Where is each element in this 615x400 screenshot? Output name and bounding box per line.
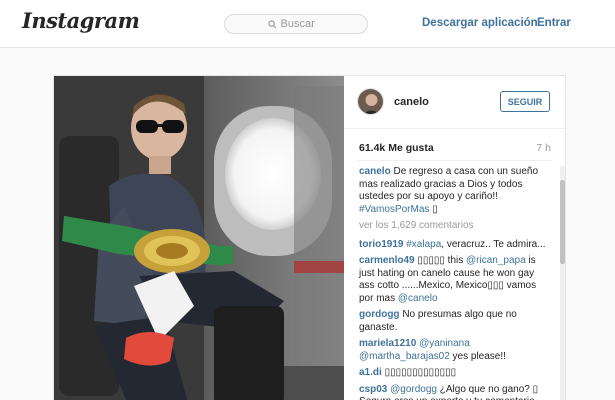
comment-user[interactable]: csp03 (359, 384, 387, 395)
follow-button[interactable]: SEGUIR (500, 91, 550, 112)
instagram-logo[interactable]: Instagram (22, 8, 140, 33)
caption: canelo De regreso a casa con un sueño ma… (359, 166, 549, 216)
list-item: gordogg No presumas algo que no ganaste. (359, 309, 549, 334)
caption-hashtag[interactable]: #VamosPorMas (359, 204, 429, 215)
comment-text: yes please!! (449, 350, 506, 362)
likes-count[interactable]: 61.4k Me gusta (359, 142, 434, 154)
comment-mention[interactable]: @rican_papa (466, 255, 526, 266)
list-item: mariela1210 @yaninana @martha_barajas02 … (359, 338, 549, 363)
search-box[interactable] (224, 14, 368, 34)
scrollbar-thumb[interactable] (560, 180, 565, 264)
comment-text: ▯▯▯▯▯▯▯▯▯▯▯▯▯ (384, 367, 457, 378)
list-item: csp03 @gordogg ¿Algo que no gano? ▯ Segu… (359, 384, 549, 400)
comment-text: , veracruz.. Te admira... (441, 238, 546, 250)
comment-user[interactable]: gordogg (359, 309, 400, 320)
search-input[interactable] (280, 18, 325, 30)
post-sidebar: canelo SEGUIR 61.4k Me gusta 7 h canelo … (344, 76, 567, 400)
login-link[interactable]: Entrar (537, 17, 571, 29)
comment-mention[interactable]: @canelo (398, 293, 438, 304)
view-more-comments[interactable]: ver los 1,629 comentarios (359, 220, 549, 233)
comment-hashtag[interactable]: #xalapa (406, 239, 441, 250)
list-item: a1.di ▯▯▯▯▯▯▯▯▯▯▯▯▯ (359, 367, 549, 380)
avatar[interactable] (357, 88, 384, 115)
caption-glyph: ▯ (432, 203, 438, 215)
post-card: canelo SEGUIR 61.4k Me gusta 7 h canelo … (53, 75, 567, 400)
search-icon (267, 19, 276, 28)
list-item: carmenlo49 ▯▯▯▯▯ this @rican_papa is jus… (359, 255, 549, 305)
comments-list: canelo De regreso a casa con un sueño ma… (359, 166, 549, 400)
post-photo[interactable] (54, 76, 344, 400)
post-photo-illustration (54, 76, 344, 400)
comment-text: ▯▯▯▯▯ this (417, 255, 467, 266)
post-username[interactable]: canelo (394, 96, 429, 108)
comment-mention[interactable]: @martha_barajas02 (359, 351, 450, 362)
post-header: canelo SEGUIR (344, 76, 567, 129)
comment-user[interactable]: torio1919 (359, 239, 403, 250)
list-item: torio1919 #xalapa, veracruz.. Te admira.… (359, 239, 549, 252)
comment-user[interactable]: a1.di (359, 367, 382, 378)
post-time: 7 h (536, 142, 551, 154)
comment-mention[interactable]: @gordogg (390, 384, 437, 395)
comments-scrollbar[interactable] (560, 166, 565, 400)
avatar-image (358, 89, 383, 114)
top-navigation-bar: Instagram Descargar aplicación Entrar (0, 0, 615, 48)
download-app-link[interactable]: Descargar aplicación (422, 17, 538, 29)
divider (357, 160, 553, 161)
caption-user[interactable]: canelo (359, 166, 391, 177)
comment-mention[interactable]: @yaninana (419, 338, 470, 349)
comment-user[interactable]: carmenlo49 (359, 255, 415, 266)
comment-user[interactable]: mariela1210 (359, 338, 416, 349)
